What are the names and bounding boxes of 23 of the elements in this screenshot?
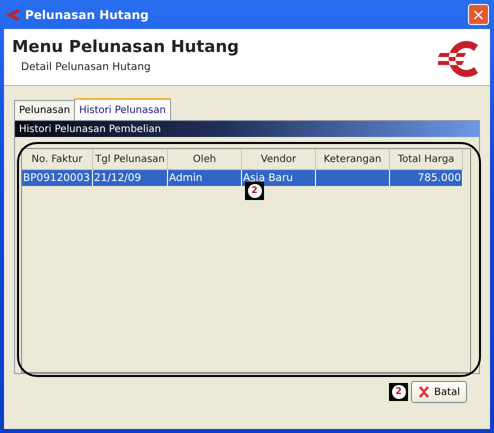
column-header[interactable]: Keterangan (316, 149, 390, 170)
app-icon (6, 8, 20, 20)
tab[interactable]: Pelunasan (14, 100, 76, 120)
column-header[interactable]: Total Harga (390, 149, 463, 170)
column-header[interactable]: Oleh (168, 149, 242, 170)
table-cell: Asia Baru (242, 170, 316, 186)
table-cell: Admin (168, 170, 242, 186)
callout-marker: 2 (389, 383, 408, 401)
close-button[interactable]: × (468, 4, 489, 25)
cancel-button[interactable]: Batal (411, 381, 467, 403)
column-header[interactable]: Vendor (242, 149, 316, 170)
header-subtitle: Detail Pelunasan Hutang (21, 60, 152, 75)
column-header[interactable]: No. Faktur (22, 149, 93, 170)
header-title: Menu Pelunasan Hutang (12, 37, 240, 57)
panel-title: Histori Pelunasan Pembelian (15, 121, 479, 137)
table-cell: 785.000 (390, 170, 463, 186)
table-cell: BP09120003 (22, 170, 93, 186)
column-header[interactable]: Tgl Pelunasan (93, 149, 168, 170)
table-cell: 21/12/09 (93, 170, 168, 186)
cross-icon (418, 386, 430, 398)
window-title: Pelunasan Hutang (25, 6, 149, 24)
tab[interactable]: Histori Pelunasan (74, 98, 171, 120)
callout-marker: 2 (245, 182, 264, 200)
